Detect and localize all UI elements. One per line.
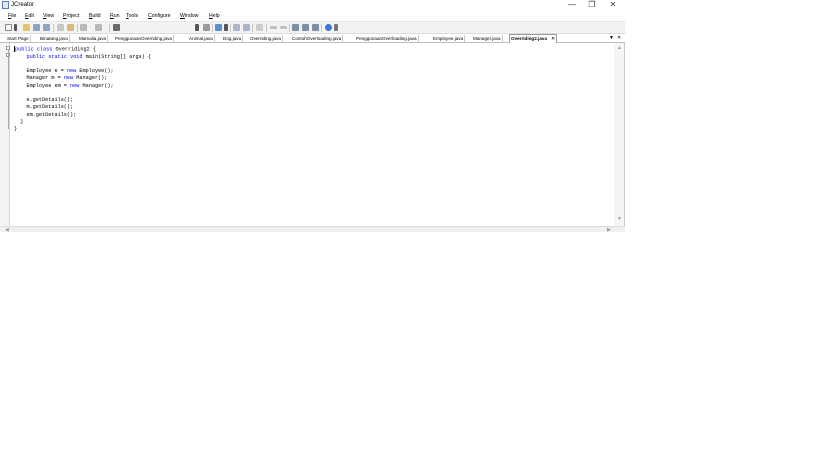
toolbar-separator bbox=[212, 24, 213, 32]
toolbar bbox=[0, 21, 625, 34]
scroll-up-icon[interactable]: ▲ bbox=[617, 45, 622, 51]
tab-manager[interactable]: Manager.java bbox=[472, 35, 503, 43]
toolbar-separator bbox=[321, 24, 322, 32]
tab-binatang[interactable]: Binatang.java bbox=[39, 35, 70, 43]
undo-icon[interactable] bbox=[80, 24, 87, 31]
tab-dog[interactable]: Dog.java bbox=[222, 35, 244, 43]
tab-overriding[interactable]: Overriding.java bbox=[249, 35, 283, 43]
code-line: } bbox=[14, 118, 24, 125]
restore-button[interactable]: ❐ bbox=[582, 0, 602, 11]
toolbar-separator bbox=[230, 24, 231, 32]
tab-contoh-overloading[interactable]: ContohOverloading.java bbox=[291, 35, 344, 43]
save-icon[interactable] bbox=[33, 24, 40, 31]
menu-project[interactable]: Project bbox=[63, 11, 79, 21]
code-line: e.getDetails(); bbox=[14, 97, 74, 104]
toolbar-separator bbox=[289, 24, 290, 32]
fold-guide bbox=[8, 50, 9, 129]
code-line: public static void main(String[] args) { bbox=[26, 53, 152, 60]
code-text[interactable]: public class Overriding2 { public static… bbox=[14, 46, 151, 133]
help-icon[interactable] bbox=[325, 24, 332, 31]
paste-icon[interactable] bbox=[67, 24, 74, 31]
menu-build[interactable]: Build bbox=[89, 11, 101, 21]
copy-icon[interactable] bbox=[57, 24, 64, 31]
tab-animal[interactable]: Animal.java bbox=[188, 35, 215, 43]
tab-list-dropdown-icon[interactable]: ▼ bbox=[609, 34, 614, 43]
scroll-right-icon[interactable]: ▶ bbox=[607, 227, 611, 233]
menu-run[interactable]: Run bbox=[110, 11, 120, 21]
close-document-icon[interactable]: ✕ bbox=[617, 34, 621, 43]
window-title: JCreator bbox=[11, 2, 35, 8]
save-all-icon[interactable] bbox=[43, 24, 50, 31]
code-line: m.getDetails(); bbox=[14, 104, 74, 111]
document-tabs: Start Page Binatang.java Mamalia.java Pe… bbox=[0, 34, 625, 43]
run-dropdown-icon[interactable] bbox=[224, 24, 228, 31]
scroll-left-icon[interactable]: ◀ bbox=[5, 227, 9, 233]
menu-edit[interactable]: Edit bbox=[25, 11, 34, 21]
title-bar: JCreator — ❐ ✕ bbox=[0, 0, 819, 11]
vertical-scrollbar[interactable]: ▲ ▼ bbox=[614, 43, 624, 226]
cascade-icon[interactable] bbox=[312, 24, 319, 31]
find-icon[interactable] bbox=[113, 24, 120, 31]
tile-icon[interactable] bbox=[302, 24, 309, 31]
open-icon[interactable] bbox=[23, 24, 30, 31]
new-dropdown-icon[interactable] bbox=[14, 24, 17, 31]
menu-help[interactable]: Help bbox=[209, 11, 220, 21]
toolbar-separator bbox=[266, 24, 267, 32]
code-line: Employee e = new Employee(); bbox=[14, 68, 114, 75]
toolbar-separator bbox=[77, 24, 78, 32]
code-line: } bbox=[14, 126, 18, 133]
jcreator-window: JCreator — ❐ ✕ File Edit View Project Bu… bbox=[0, 0, 819, 460]
code-line: Employee em = new Manager(); bbox=[14, 82, 114, 89]
forward-icon[interactable] bbox=[280, 26, 287, 29]
editor-gutter bbox=[0, 43, 10, 226]
tab-penggunaan-overriding[interactable]: PenggunaanOverriding.java bbox=[114, 35, 174, 43]
tab-employee[interactable]: Employee.java bbox=[432, 35, 466, 43]
menu-file[interactable]: File bbox=[8, 11, 16, 21]
tab-penggunaan-overloading[interactable]: PenggunaanOverloading.java bbox=[355, 35, 419, 43]
menu-view[interactable]: View bbox=[43, 11, 54, 21]
app-icon bbox=[2, 1, 9, 9]
tab-mamalia[interactable]: Mamalia.java bbox=[78, 35, 109, 43]
menu-tools[interactable]: Tools bbox=[126, 11, 138, 21]
menu-window[interactable]: Window bbox=[180, 11, 198, 21]
code-line: em.getDetails(); bbox=[14, 111, 77, 118]
toolbar-separator bbox=[53, 24, 54, 32]
comment-icon[interactable] bbox=[256, 24, 263, 31]
tab-overriding2[interactable]: Overriding2.java ✕ bbox=[509, 34, 558, 43]
code-editor[interactable]: public class Overriding2 { public static… bbox=[0, 43, 625, 232]
tab-start-page[interactable]: Start Page bbox=[6, 35, 31, 43]
code-line: Manager m = new Manager(); bbox=[14, 75, 108, 82]
build-icon[interactable] bbox=[203, 24, 210, 31]
close-window-button[interactable]: ✕ bbox=[603, 0, 623, 11]
context-help-icon[interactable] bbox=[334, 24, 338, 31]
menu-configure[interactable]: Configure bbox=[148, 11, 171, 21]
code-line: public class Overriding2 { bbox=[15, 46, 96, 53]
toolbar-separator bbox=[252, 24, 253, 32]
run-icon[interactable] bbox=[215, 24, 222, 31]
redo-icon[interactable] bbox=[95, 24, 102, 31]
back-icon[interactable] bbox=[270, 26, 277, 29]
tab-overriding2-label: Overriding2.java bbox=[511, 36, 548, 41]
tab-close-icon[interactable]: ✕ bbox=[551, 36, 555, 42]
minimize-button[interactable]: — bbox=[562, 0, 582, 11]
scroll-down-icon[interactable]: ▼ bbox=[617, 216, 622, 222]
new-icon[interactable] bbox=[5, 24, 12, 31]
menu-bar: File Edit View Project Build Run Tools C… bbox=[0, 11, 625, 21]
build-dropdown-icon[interactable] bbox=[195, 24, 199, 31]
window-icon[interactable] bbox=[292, 24, 299, 31]
indent-icon[interactable] bbox=[233, 24, 240, 31]
horizontal-scrollbar[interactable]: ◀ ▶ bbox=[0, 226, 625, 233]
outdent-icon[interactable] bbox=[243, 24, 250, 31]
toolbar-separator bbox=[109, 24, 110, 32]
